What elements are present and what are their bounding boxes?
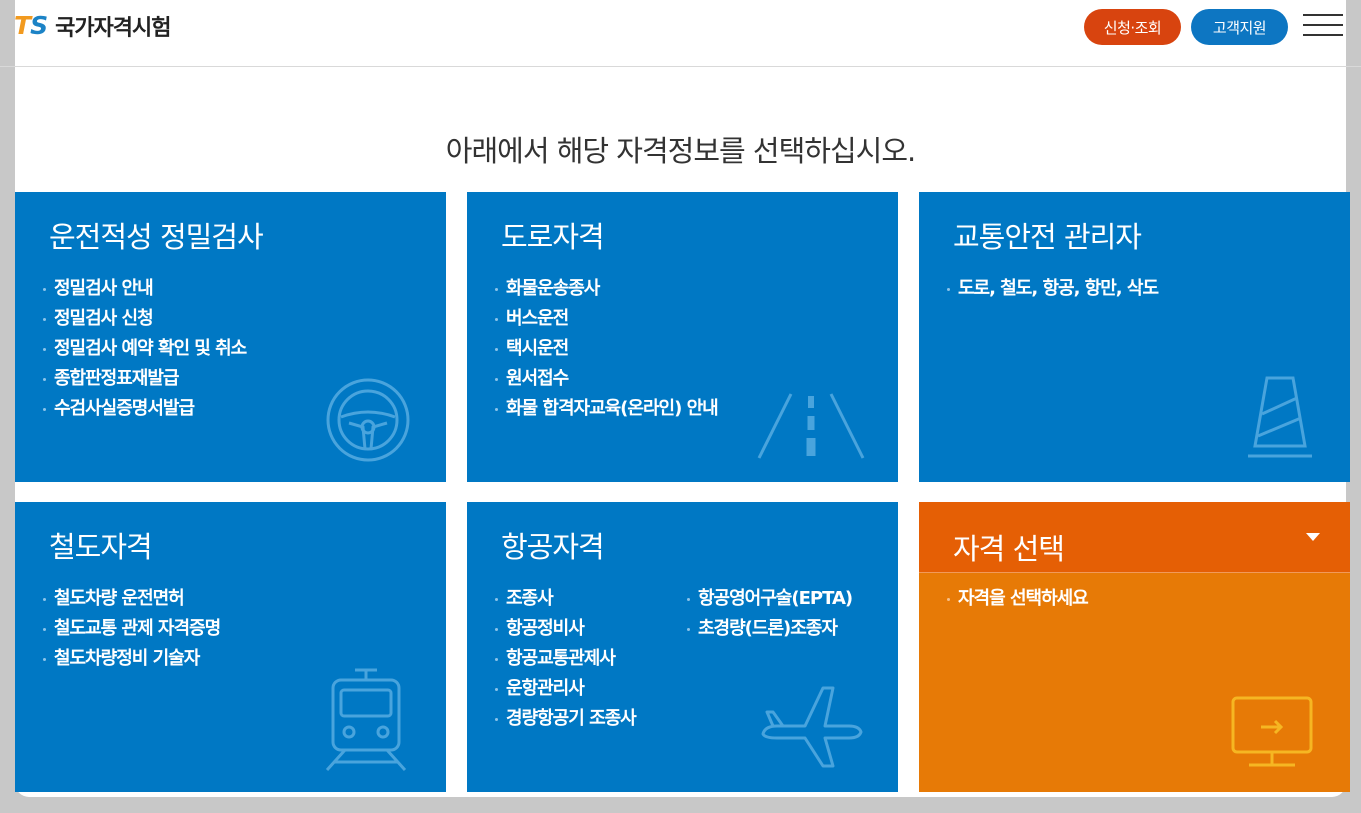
customer-support-button[interactable]: 고객지원	[1191, 9, 1288, 45]
aptitude-test-card[interactable]: 운전적성 정밀검사 정밀검사 안내 정밀검사 신청 정밀검사 예약 확인 및 취…	[15, 192, 446, 482]
top-bar: TS 국가자격시험 신청·조회 고객지원	[0, 0, 1361, 67]
card-link[interactable]: 화물운송종사	[495, 274, 718, 304]
ts-logo-mark: TS	[14, 11, 48, 40]
road-icon	[757, 393, 865, 459]
card-title: 항공자격	[501, 530, 605, 564]
safety-manager-card[interactable]: 교통안전 관리자 도로, 철도, 항공, 항만, 삭도	[919, 192, 1350, 482]
card-link[interactable]: 정밀검사 예약 확인 및 취소	[43, 334, 247, 364]
card-title: 도로자격	[501, 220, 605, 254]
card-link[interactable]: 원서접수	[495, 364, 718, 394]
card-link[interactable]: 철도차량정비 기술자	[43, 644, 220, 674]
card-link[interactable]: 화물 합격자교육(온라인) 안내	[495, 394, 719, 424]
card-link[interactable]: 정밀검사 안내	[43, 274, 246, 304]
card-link[interactable]: 철도차량 운전면허	[43, 584, 220, 614]
card-link[interactable]: 버스운전	[495, 304, 718, 334]
hamburger-menu-icon[interactable]	[1303, 12, 1343, 38]
card-link[interactable]: 수검사실증명서발급	[43, 394, 246, 424]
card-title: 운전적성 정밀검사	[49, 220, 264, 254]
card-link[interactable]: 종합판정표재발급	[43, 364, 246, 394]
card-link[interactable]: 조종사	[495, 584, 636, 614]
card-title: 철도자격	[49, 530, 153, 564]
card-link-list: 자격을 선택하세요	[947, 584, 1089, 614]
card-link[interactable]: 항공영어구술(EPTA)	[687, 584, 853, 614]
traffic-cone-icon	[1248, 376, 1312, 458]
apply-inquiry-button[interactable]: 신청·조회	[1084, 9, 1181, 45]
card-link[interactable]: 항공교통관제사	[495, 644, 636, 674]
card-link[interactable]: 운항관리사	[495, 674, 636, 704]
card-link[interactable]: 도로, 철도, 항공, 항만, 삭도	[947, 274, 1159, 304]
card-link[interactable]: 항공정비사	[495, 614, 636, 644]
card-link[interactable]: 초경량(드론)조종자	[687, 614, 852, 644]
road-license-card[interactable]: 도로자격 화물운송종사 버스운전 택시운전 원서접수 화물 합격자교육(온라인)…	[467, 192, 898, 482]
card-link[interactable]: 택시운전	[495, 334, 718, 364]
caret-down-icon[interactable]	[1306, 533, 1320, 541]
card-link-list-secondary: 항공영어구술(EPTA) 초경량(드론)조종자	[687, 584, 853, 644]
card-link-list: 도로, 철도, 항공, 항만, 삭도	[947, 274, 1159, 304]
steering-wheel-icon	[326, 378, 410, 462]
select-placeholder[interactable]: 자격을 선택하세요	[947, 584, 1089, 614]
card-link-list: 화물운송종사 버스운전 택시운전 원서접수 화물 합격자교육(온라인) 안내	[495, 274, 719, 424]
license-select-card[interactable]: 자격 선택 자격을 선택하세요	[919, 502, 1350, 792]
railway-license-card[interactable]: 철도자격 철도차량 운전면허 철도교통 관제 자격증명 철도차량정비 기술자	[15, 502, 446, 792]
site-logo[interactable]: TS 국가자격시험	[14, 10, 172, 42]
card-title: 자격 선택	[953, 532, 1065, 566]
train-icon	[325, 668, 407, 772]
card-link-list: 정밀검사 안내 정밀검사 신청 정밀검사 예약 확인 및 취소 종합판정표재발급…	[43, 274, 247, 424]
card-link[interactable]: 정밀검사 신청	[43, 304, 246, 334]
card-title: 교통안전 관리자	[953, 220, 1142, 254]
card-link[interactable]: 철도교통 관제 자격증명	[43, 614, 221, 644]
card-link-list: 철도차량 운전면허 철도교통 관제 자격증명 철도차량정비 기술자	[43, 584, 221, 674]
card-link-list: 조종사 항공정비사 항공교통관제사 운항관리사 경량항공기 조종사	[495, 584, 637, 734]
page-headline: 아래에서 해당 자격정보를 선택하십시오.	[445, 134, 916, 168]
monitor-arrow-icon	[1231, 696, 1313, 767]
airplane-icon	[761, 686, 863, 768]
logo-text: 국가자격시험	[55, 16, 171, 41]
aviation-license-card[interactable]: 항공자격 조종사 항공정비사 항공교통관제사 운항관리사 경량항공기 조종사 항…	[467, 502, 898, 792]
card-link[interactable]: 경량항공기 조종사	[495, 704, 637, 734]
